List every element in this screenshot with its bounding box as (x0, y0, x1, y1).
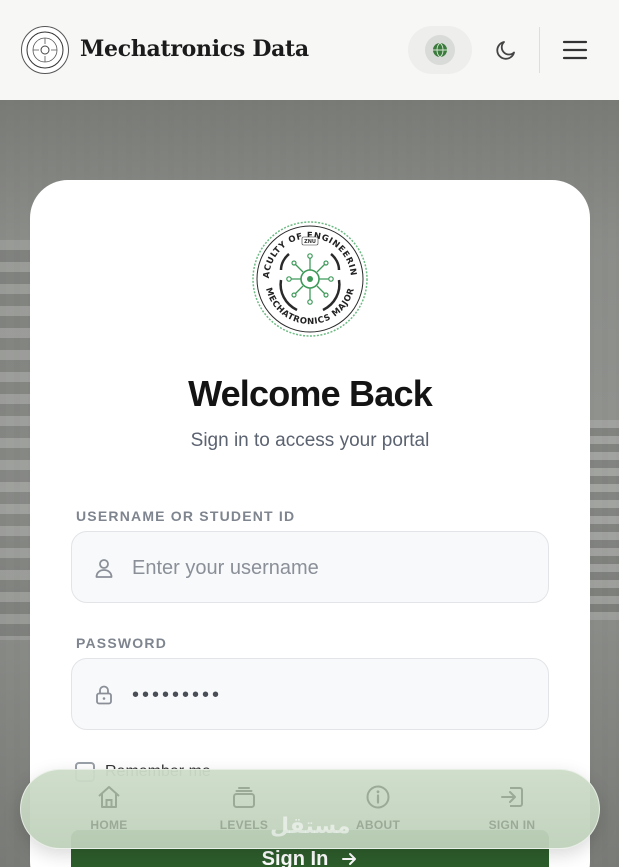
hamburger-icon (562, 40, 588, 60)
user-icon (95, 559, 113, 578)
nav-label-levels: LEVELS (219, 818, 269, 832)
login-card: FACULTY OF ENGINEERING MECHATRONICS MAJO… (30, 180, 590, 867)
globe-icon (425, 35, 455, 65)
sign-in-label: Sign In (261, 847, 329, 867)
app-header: Mechatronics Data (0, 0, 619, 100)
username-field[interactable] (71, 531, 549, 603)
username-input[interactable] (132, 546, 532, 590)
nav-item-home[interactable]: HOME (54, 782, 164, 840)
layers-icon (229, 782, 259, 812)
lock-icon (96, 685, 112, 705)
arrow-right-icon (342, 853, 357, 865)
home-icon (94, 782, 124, 812)
nav-label-home: HOME (90, 818, 128, 832)
password-field[interactable] (71, 658, 549, 730)
app-title: Mechatronics Data (80, 36, 309, 62)
info-icon (363, 782, 393, 812)
faculty-seal-logo: FACULTY OF ENGINEERING MECHATRONICS MAJO… (247, 213, 369, 338)
sign-in-icon (497, 782, 527, 812)
theme-toggle-button[interactable] (488, 32, 524, 68)
background-building-left (0, 240, 34, 640)
username-label: USERNAME OR STUDENT ID (76, 508, 296, 524)
faculty-seal-icon[interactable] (21, 26, 69, 74)
language-button[interactable] (408, 26, 472, 74)
nav-item-sign-in[interactable]: SIGN IN (457, 782, 567, 840)
nav-label-sign-in: SIGN IN (488, 818, 536, 832)
page-subtitle: Sign in to access your portal (190, 430, 430, 451)
seal-badge: ZNU (304, 239, 316, 245)
moon-icon (496, 41, 515, 60)
password-label: PASSWORD (76, 635, 168, 651)
watermark-text: مستقل (270, 813, 351, 838)
menu-button[interactable] (557, 32, 593, 68)
page-title: Welcome Back (188, 373, 433, 414)
header-divider (539, 27, 540, 73)
password-input[interactable] (132, 673, 532, 717)
nav-label-about: ABOUT (355, 818, 401, 832)
